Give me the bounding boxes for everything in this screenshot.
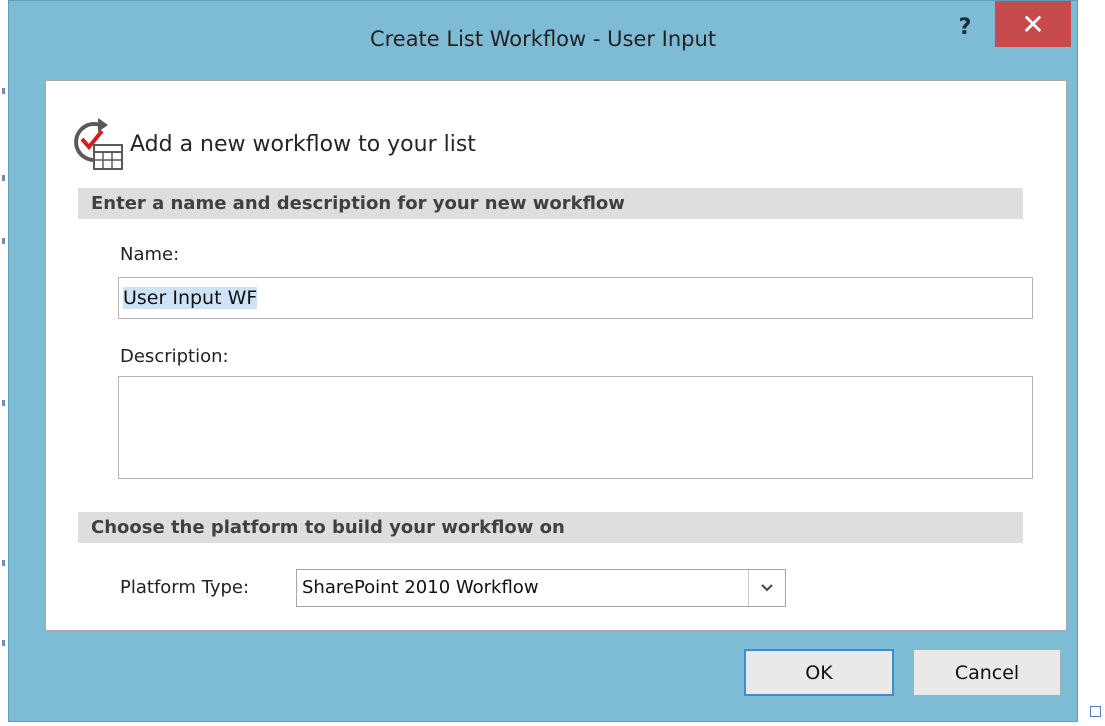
help-button[interactable]: ? <box>953 15 977 40</box>
name-label: Name: <box>120 244 180 265</box>
ok-button[interactable]: OK <box>744 649 894 696</box>
platform-type-label: Platform Type: <box>120 577 250 598</box>
dialog-content: Add a new workflow to your list Enter a … <box>45 80 1067 631</box>
dialog-window: Create List Workflow - User Input ? ✕ Ad… <box>8 0 1078 722</box>
section-name-header: Enter a name and description for your ne… <box>78 188 1023 219</box>
resize-corner-icon <box>1090 706 1101 717</box>
description-label: Description: <box>120 346 229 367</box>
section-platform-header: Choose the platform to build your workfl… <box>78 512 1023 543</box>
dialog-title: Create List Workflow - User Input <box>369 27 717 51</box>
platform-type-select[interactable]: SharePoint 2010 Workflow <box>296 569 786 607</box>
name-field-value: User Input WF <box>123 287 258 309</box>
dropdown-button[interactable] <box>748 570 785 606</box>
left-edge-marks <box>0 0 8 726</box>
chevron-down-icon <box>761 584 773 592</box>
dialog-header: Add a new workflow to your list <box>70 117 476 171</box>
close-button[interactable]: ✕ <box>995 1 1071 47</box>
close-icon: ✕ <box>1021 7 1045 41</box>
title-bar[interactable]: Create List Workflow - User Input ? ✕ <box>9 1 1077 80</box>
platform-type-value: SharePoint 2010 Workflow <box>302 577 539 598</box>
description-field[interactable] <box>118 376 1033 479</box>
name-field[interactable]: User Input WF <box>118 277 1033 319</box>
dialog-heading: Add a new workflow to your list <box>130 131 476 157</box>
cancel-button[interactable]: Cancel <box>913 649 1061 696</box>
workflow-list-icon <box>74 118 123 170</box>
